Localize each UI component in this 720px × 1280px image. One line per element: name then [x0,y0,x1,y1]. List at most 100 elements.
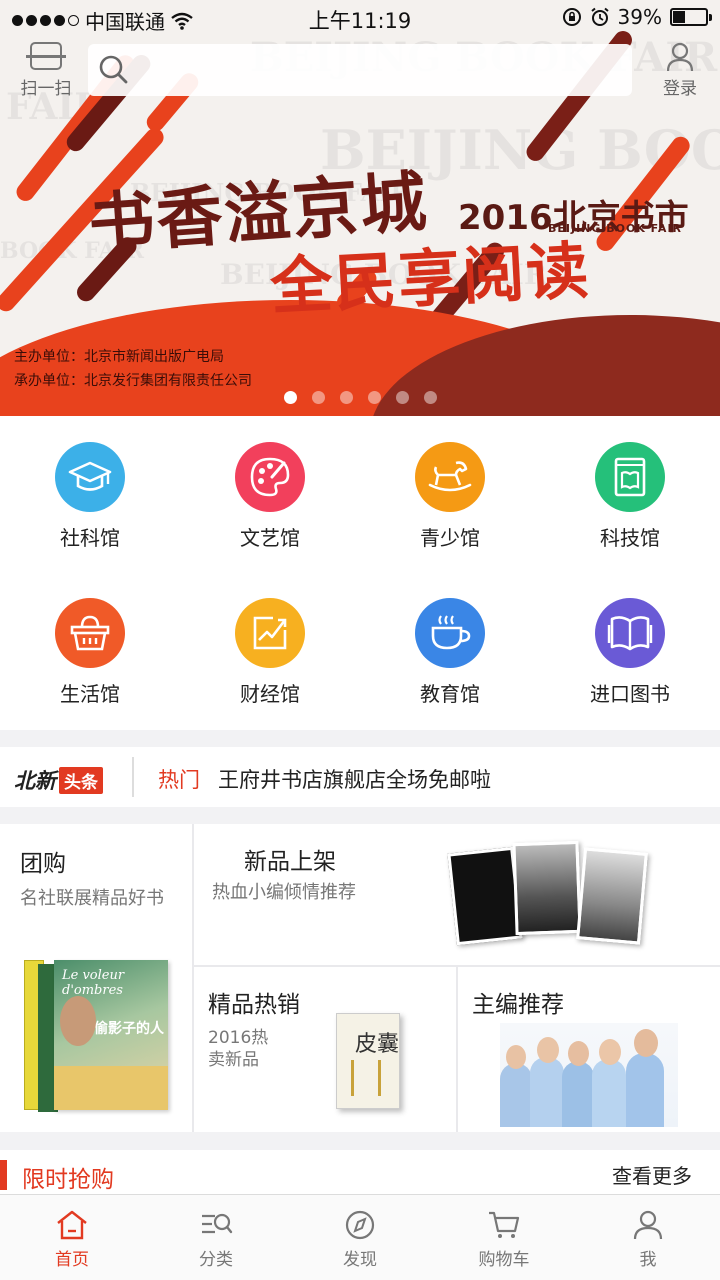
best-sellers-title: 精品热销 [208,992,300,1018]
banner-organizer: 主办单位：北京市新闻出版广电局 [14,349,224,365]
category-label: 科技馆 [600,526,660,550]
promo-section: 团购 名社联展精品好书 Le voleur d'ombres 偷影子的人 新品上… [0,824,720,1132]
banner-co-organizer: 承办单位：北京发行集团有限责任公司 [14,373,252,389]
new-arrivals-subtitle: 热血小编倾情推荐 [212,882,356,903]
status-right: 39% [562,5,712,29]
tab-label: 购物车 [478,1250,530,1270]
person-figure [634,1029,658,1057]
open-book-icon [595,598,665,668]
trend-chart-icon [235,598,305,668]
book-title: 皮囊 [355,1032,400,1057]
ticker-headline[interactable]: 王府井书店旗舰店全场免邮啦 [218,764,491,794]
battery-icon [670,8,712,26]
category-tech[interactable]: 科技馆 [540,442,720,551]
pager-dot[interactable] [312,391,325,404]
coffee-cup-icon [415,598,485,668]
pager-dot[interactable] [368,391,381,404]
category-search-icon [202,1213,233,1234]
tab-discover[interactable]: 发现 [288,1195,432,1280]
magazine-image [447,846,523,946]
tab-home[interactable]: 首页 [0,1195,144,1280]
category-social-science[interactable]: 社科馆 [0,442,180,551]
pager-dot[interactable] [340,391,353,404]
person-figure [530,1057,564,1127]
team-photo [500,1023,678,1127]
status-bar: 中国联通 上午11:19 39% [0,0,720,36]
category-imported-books[interactable]: 进口图书 [540,598,720,707]
group-buy-subtitle: 名社联展精品好书 [20,888,164,909]
book-band [54,1066,168,1110]
rocking-horse-icon [415,442,485,512]
home-icon [57,1210,87,1240]
tab-label: 首页 [55,1250,89,1270]
category-finance[interactable]: 财经馆 [180,598,360,707]
compass-icon [345,1210,375,1240]
book-pattern [351,1060,381,1096]
search-icon [99,55,128,84]
category-lifestyle[interactable]: 生活馆 [0,598,180,707]
category-education[interactable]: 教育馆 [360,598,540,707]
battery-percent: 39% [617,5,662,29]
person-figure [626,1053,664,1127]
news-logo: 北新 头条 [14,765,103,795]
category-label: 教育馆 [420,682,480,706]
search-input[interactable] [88,44,632,96]
category-arts[interactable]: 文艺馆 [180,442,360,551]
news-logo-text: 北新 [14,769,56,793]
category-label: 青少馆 [420,526,480,550]
scan-icon [26,42,66,70]
tab-label: 发现 [343,1250,377,1270]
tab-label: 我 [639,1250,657,1270]
pager-dot[interactable] [396,391,409,404]
flash-sale-header: 限时抢购 查看更多 [0,1150,720,1200]
user-icon [633,1210,663,1240]
category-grid: 社科馆 文艺馆 青少馆 科技馆 生活馆 财经馆 教育馆 进口图书 [0,416,720,730]
tab-me[interactable]: 我 [576,1195,720,1280]
tab-label: 分类 [199,1250,233,1270]
book-title: Le voleur d'ombres [62,968,125,998]
magazine-image [512,840,582,936]
category-label: 生活馆 [60,682,120,706]
tab-cart[interactable]: 购物车 [432,1195,576,1280]
best-sellers-subtitle: 2016热卖新品 [208,1028,269,1070]
tab-category[interactable]: 分类 [144,1195,288,1280]
magazine-image [576,847,648,945]
scan-label: 扫一扫 [20,79,72,99]
editor-picks-card[interactable]: 主编推荐 [458,967,720,1132]
person-figure [506,1045,526,1069]
category-label: 文艺馆 [240,526,300,550]
group-buy-title: 团购 [20,851,66,877]
book-cover-image: Le voleur d'ombres 偷影子的人 [54,960,168,1110]
login-button[interactable]: 登录 [650,42,710,99]
pager-dot[interactable] [424,391,437,404]
graduation-cap-icon [55,442,125,512]
category-label: 社科馆 [60,526,120,550]
category-label: 进口图书 [590,682,670,706]
news-logo-badge: 头条 [59,766,103,794]
group-buy-card[interactable]: 团购 名社联展精品好书 Le voleur d'ombres 偷影子的人 [0,824,192,1132]
banner-fair-en: BEIJING BOOK FAIR [548,222,683,235]
flash-sale-title: 限时抢购 [22,1167,114,1193]
pager-dot[interactable] [284,391,297,404]
new-arrivals-card[interactable]: 新品上架 热血小编倾情推荐 [194,824,720,965]
palette-icon [235,442,305,512]
flash-sale-marker [0,1160,7,1190]
person-figure [500,1063,532,1127]
editor-picks-title: 主编推荐 [472,992,564,1018]
book-face-illustration [60,996,96,1046]
scan-button[interactable]: 扫一扫 [14,42,78,99]
shopping-basket-icon [55,598,125,668]
see-more-link[interactable]: 查看更多 [612,1160,692,1189]
person-figure [592,1059,626,1127]
category-label: 财经馆 [240,682,300,706]
ticker-divider [132,757,134,797]
book-icon [595,442,665,512]
book-title-cn: 偷影子的人 [94,1021,164,1037]
user-icon [666,42,694,72]
best-sellers-card[interactable]: 精品热销 2016热卖新品 皮囊 [194,967,456,1132]
alarm-icon [590,7,609,26]
rotation-lock-icon [562,8,581,26]
news-ticker[interactable]: 北新 头条 热门 王府井书店旗舰店全场免邮啦 [0,747,720,807]
cart-icon [489,1211,520,1238]
category-youth[interactable]: 青少馆 [360,442,540,551]
